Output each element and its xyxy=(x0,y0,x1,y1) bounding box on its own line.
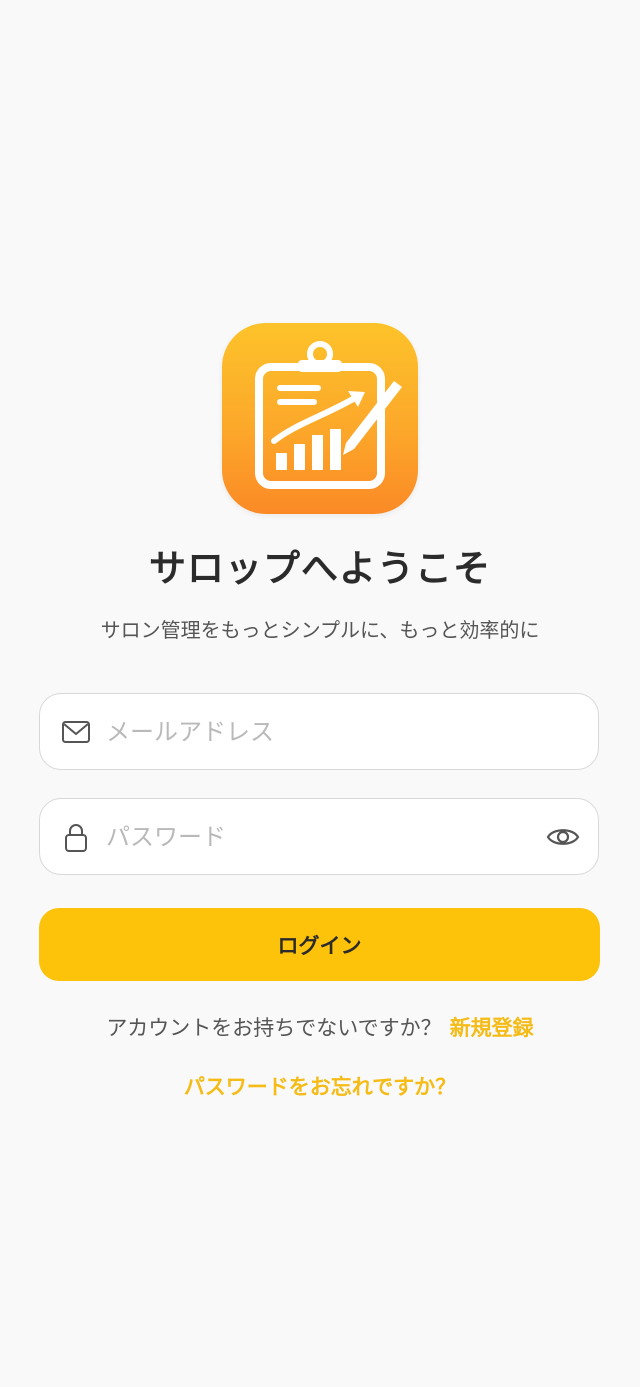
lock-icon xyxy=(60,821,92,853)
forgot-password-link[interactable]: パスワードをお忘れですか？ xyxy=(0,1071,640,1101)
login-button[interactable]: ログイン xyxy=(39,908,600,981)
eye-icon[interactable] xyxy=(546,820,580,854)
signup-link[interactable]: 新規登録 xyxy=(450,1016,534,1040)
page-title: サロップへようこそ xyxy=(149,547,491,590)
clipboard-chart-icon xyxy=(222,323,418,514)
password-field[interactable] xyxy=(39,798,599,875)
email-field[interactable] xyxy=(39,693,599,770)
email-input[interactable] xyxy=(106,694,526,769)
mail-icon xyxy=(60,716,92,748)
login-screen: サロップへようこそ サロン管理をもっとシンプルに、もっと効率的に ログイン xyxy=(0,0,640,1387)
signup-row: アカウントをお持ちでないですか？ 新規登録 xyxy=(0,1012,640,1042)
page-subtitle: サロン管理をもっとシンプルに、もっと効率的に xyxy=(100,618,540,642)
password-input[interactable] xyxy=(106,799,526,874)
signup-prompt: アカウントをお持ちでないですか？ xyxy=(106,1016,442,1040)
